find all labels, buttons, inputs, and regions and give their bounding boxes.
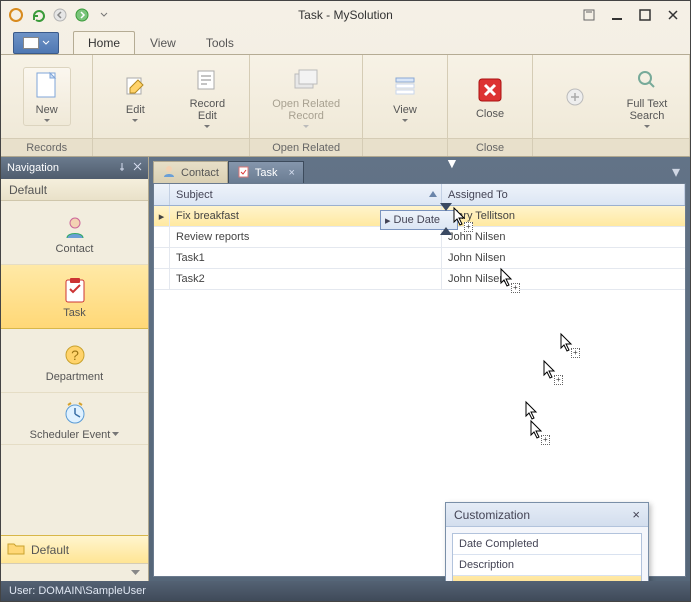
document-tabs: Contact Task × ▼ ▾ [153,161,686,183]
qat-forward-icon[interactable] [73,6,91,24]
cell-assigned[interactable]: Mary Tellitson [442,206,685,226]
table-row[interactable]: ▸Fix breakfastMary Tellitson [154,206,685,227]
group-records-creation: Records Creation [1,138,92,156]
nav-item-scheduler[interactable]: Scheduler Event [1,393,148,445]
edit-icon [119,70,151,102]
close-button[interactable] [662,5,684,25]
nav-expand-button[interactable] [1,563,148,581]
tab-tools[interactable]: Tools [191,31,249,54]
navigation-panel: Navigation Default Contact Task ? [1,157,149,581]
tab-view[interactable]: View [135,31,191,54]
maximize-button[interactable] [634,5,656,25]
related-record-icon [290,64,322,96]
sort-asc-icon [429,191,437,197]
titlebar: Task - MySolution [1,1,690,29]
nav-bottom-default[interactable]: Default [1,535,148,563]
window-title: Task - MySolution [113,8,578,22]
department-icon: ? [59,339,91,371]
customization-popup: Customization × Date CompletedDescriptio… [445,502,649,581]
search-icon [631,64,663,96]
minimize-button[interactable] [606,5,628,25]
qat-back-icon[interactable] [51,6,69,24]
task-icon [59,275,91,307]
clock-icon [59,397,91,429]
statusbar: User: DOMAIN\SampleUser [1,581,690,601]
app-button[interactable] [13,32,59,54]
doc-tab-task[interactable]: Task × [228,161,304,183]
cell-assigned[interactable]: John Nilsen [442,227,685,247]
view-button[interactable]: View [381,70,429,123]
record-edit-button[interactable]: Record Edit [183,64,231,129]
status-user: User: DOMAIN\SampleUser [9,585,146,597]
nav-item-task[interactable]: Task [1,265,148,329]
full-text-search-button[interactable]: Full Text Search [623,64,671,129]
cell-assigned[interactable]: John Nilsen [442,248,685,268]
table-row[interactable]: Task1John Nilsen [154,248,685,269]
group-close: Close [448,138,532,156]
drop-indicator-icon: ▼ [445,157,459,171]
customization-title: Customization [454,508,530,522]
task-grid: Subject Assigned To ▸ Due Date ▸Fix brea… [153,183,686,577]
cell-assigned[interactable]: John Nilsen [442,269,685,289]
cell-subject[interactable]: Fix breakfast [170,206,442,226]
customization-item[interactable]: Description [453,555,641,576]
table-row[interactable]: Task2John Nilsen [154,269,685,290]
table-row[interactable]: Review reportsJohn Nilsen [154,227,685,248]
tab-overflow-button[interactable]: ▾ [666,162,686,182]
nav-item-department[interactable]: ? Department [1,329,148,393]
svg-text:?: ? [71,347,79,363]
contact-small-icon [162,164,176,181]
contact-icon [59,211,91,243]
customization-item[interactable]: Date Completed [453,534,641,555]
open-related-record-button: Open Related Record [272,64,340,129]
folder-icon [7,541,25,558]
nav-item-contact[interactable]: Contact [1,201,148,265]
cell-subject[interactable]: Review reports [170,227,442,247]
cell-subject[interactable]: Task1 [170,248,442,268]
ribbon: New Records Creation Edit Record Edit [1,55,690,157]
navigation-header: Navigation [1,157,148,179]
column-assigned-to[interactable]: Assigned To [442,184,685,205]
customization-close-button[interactable]: × [632,507,640,522]
ribbon-minimize-icon[interactable] [578,5,600,25]
customization-list: Date CompletedDescription▸Due DatePercen… [452,533,642,581]
view-icon [389,70,421,102]
pin-icon[interactable] [117,162,127,175]
chevron-down-icon [112,432,119,437]
column-subject[interactable]: Subject [170,184,442,205]
close-icon [474,74,506,106]
close-record-button[interactable]: Close [466,74,514,120]
ribbon-expand-button[interactable] [551,81,599,113]
task-small-icon [237,165,250,181]
column-drop-arrows [439,201,453,237]
qat-dropdown-icon[interactable] [95,6,113,24]
group-open-related: Open Related Record [250,138,362,156]
row-indicator: ▸ [154,206,170,226]
cell-subject[interactable]: Task2 [170,269,442,289]
circle-plus-icon [559,81,591,113]
record-edit-icon [191,64,223,96]
doc-tab-contact[interactable]: Contact [153,161,228,183]
edit-button[interactable]: Edit [111,70,159,123]
row-indicator [154,269,170,289]
row-indicator [154,227,170,247]
row-indicator [154,248,170,268]
qat-refresh-icon[interactable] [29,6,47,24]
nav-group-default[interactable]: Default [1,179,148,201]
tab-home[interactable]: Home [73,31,135,54]
customization-item[interactable]: ▸Due Date [453,576,641,581]
new-button[interactable]: New [23,67,71,126]
nav-close-icon[interactable] [133,162,142,175]
ribbon-tabstrip: Home View Tools [1,29,690,55]
tab-close-icon[interactable]: × [289,167,295,179]
document-new-icon [31,70,63,102]
qat-settings-icon[interactable] [7,6,25,24]
